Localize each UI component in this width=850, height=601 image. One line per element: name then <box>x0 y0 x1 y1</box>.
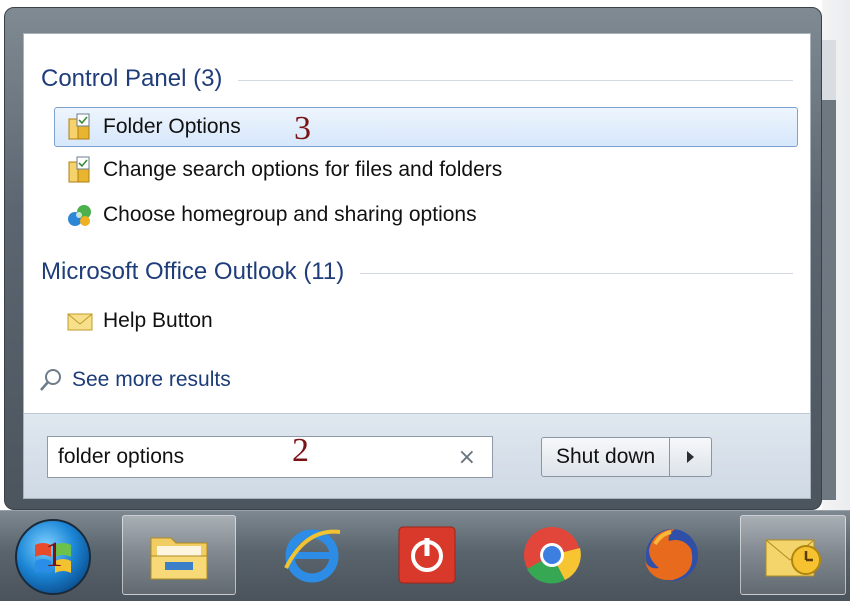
result-homegroup-options[interactable]: Choose homegroup and sharing options <box>54 195 798 235</box>
firefox-icon <box>645 529 698 581</box>
desktop-background <box>822 0 850 510</box>
annotation-step-3: 3 <box>294 110 311 147</box>
annotation-step-2: 2 <box>292 432 309 469</box>
internet-explorer-icon <box>284 529 341 583</box>
envelope-icon <box>67 307 93 335</box>
result-change-search-options[interactable]: Change search options for files and fold… <box>54 150 798 190</box>
taskbar-internet-explorer[interactable] <box>255 515 369 595</box>
see-more-label: See more results <box>72 368 231 391</box>
taskbar-outlook[interactable] <box>740 515 846 595</box>
taskbar-firefox[interactable] <box>615 515 729 595</box>
homegroup-icon <box>67 201 93 229</box>
start-search-box[interactable]: × <box>47 436 493 478</box>
result-label: Folder Options <box>103 115 241 138</box>
result-label: Help Button <box>103 309 213 332</box>
shutdown-control: Shut down <box>541 437 713 477</box>
outlook-group-title: Microsoft Office Outlook (11) <box>41 258 345 285</box>
search-results-pane: Control Panel (3) Folder Options Change … <box>23 33 811 413</box>
taskbar-power-app[interactable] <box>370 515 484 595</box>
group-divider <box>360 273 793 274</box>
result-folder-options[interactable]: Folder Options <box>54 107 798 147</box>
search-icon <box>38 367 64 393</box>
result-label: Change search options for files and fold… <box>103 158 503 181</box>
shutdown-options-button[interactable] <box>670 437 713 477</box>
annotation-step-1: 1 <box>45 534 63 574</box>
control-panel-group-title: Control Panel (3) <box>41 65 223 92</box>
taskbar-file-explorer[interactable] <box>122 515 236 595</box>
folder-icon <box>150 537 208 580</box>
taskbar: 1 <box>0 510 850 601</box>
start-orb-button[interactable]: 1 <box>15 519 91 595</box>
folder-options-icon <box>67 156 93 184</box>
start-menu-bottom-bar: × 2 Shut down <box>23 413 811 499</box>
folder-options-icon <box>67 113 93 141</box>
outlook-icon <box>765 539 821 577</box>
start-menu: Control Panel (3) Folder Options Change … <box>4 7 822 510</box>
taskbar-chrome[interactable] <box>495 515 609 595</box>
outlook-group-header[interactable]: Microsoft Office Outlook (11) <box>41 254 793 290</box>
result-label: Choose homegroup and sharing options <box>103 203 477 226</box>
chrome-icon <box>524 527 581 584</box>
power-icon <box>398 526 456 584</box>
desktop-window-edge <box>822 40 836 100</box>
result-help-button[interactable]: Help Button <box>54 301 798 341</box>
chevron-right-icon <box>687 451 695 463</box>
shutdown-button[interactable]: Shut down <box>541 437 671 477</box>
control-panel-group-header[interactable]: Control Panel (3) <box>41 61 793 97</box>
clear-search-icon[interactable]: × <box>458 445 476 470</box>
search-input[interactable] <box>58 445 438 469</box>
see-more-results-link[interactable]: See more results <box>38 364 231 396</box>
group-divider <box>238 80 793 81</box>
desktop-window-edge-dark <box>822 100 836 500</box>
